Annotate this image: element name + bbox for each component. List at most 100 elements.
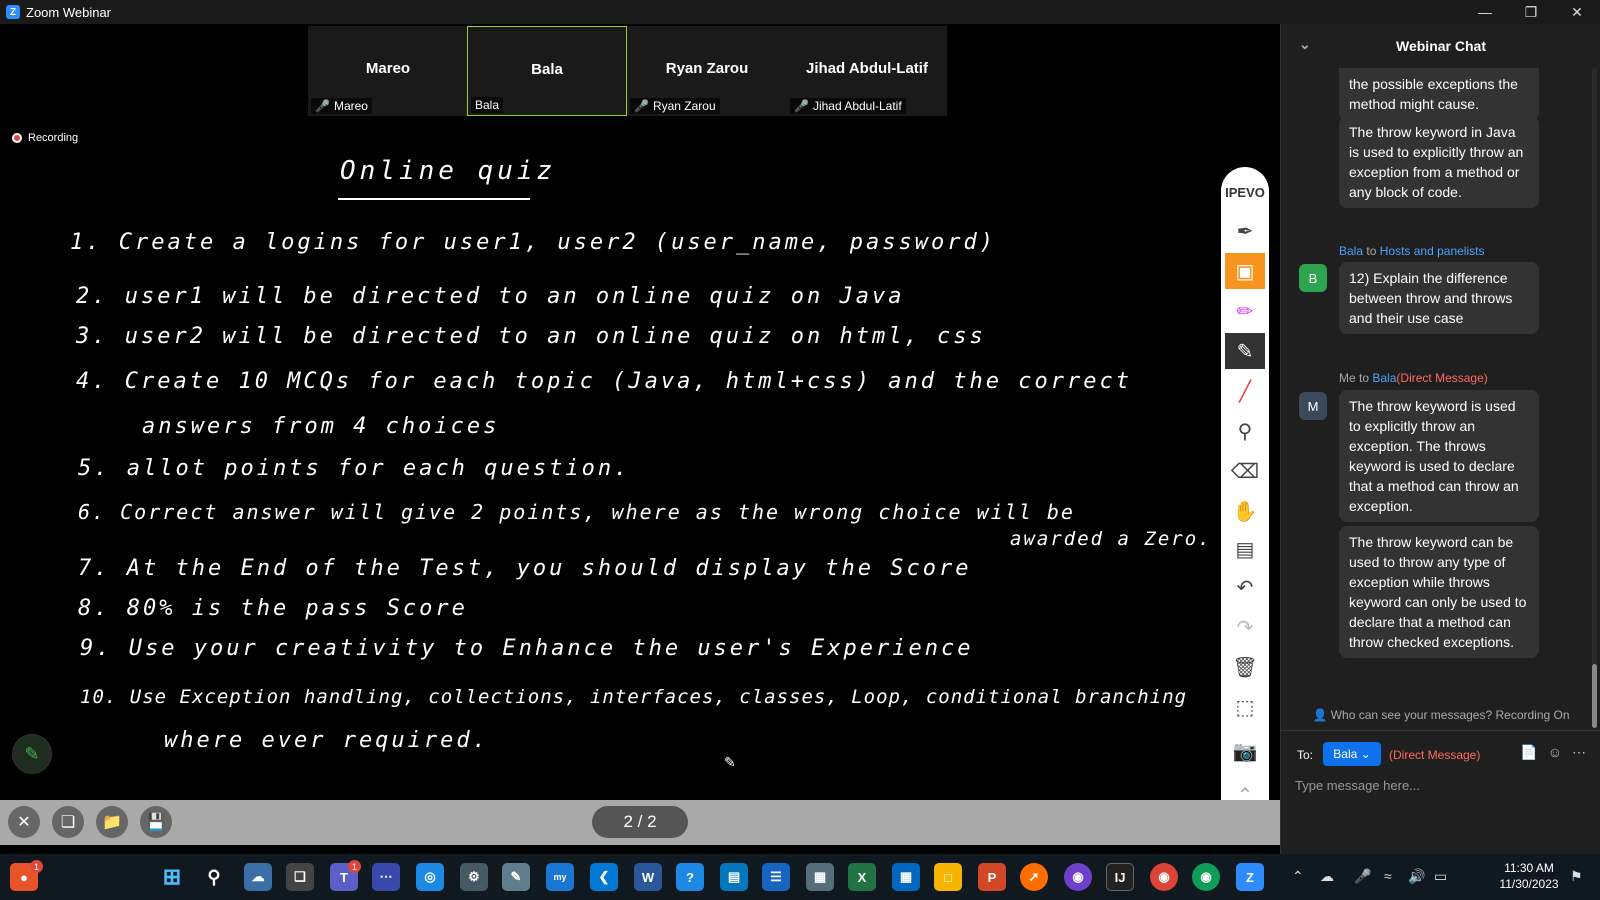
chevron-down-icon[interactable]: ⌄	[1299, 36, 1311, 53]
chevron-up-icon[interactable]: ⌃	[1292, 868, 1304, 885]
notepad-icon[interactable]: ☰	[762, 863, 790, 891]
minimize-icon[interactable]: —	[1462, 0, 1508, 24]
notification-bell-icon[interactable]: ⚑	[1570, 868, 1583, 885]
store-icon[interactable]: ▦	[892, 863, 920, 891]
record-icon	[12, 133, 22, 143]
excel-icon[interactable]: X	[848, 863, 876, 891]
board-title: Online quiz	[340, 156, 557, 186]
notification-badge: 1	[348, 860, 361, 873]
participant-nametag: Bala	[471, 97, 504, 113]
help-icon[interactable]: ?	[676, 863, 704, 891]
search-icon[interactable]: ⚲	[200, 863, 228, 891]
github-icon[interactable]: ◉	[1064, 863, 1092, 891]
notification-badge: 1	[30, 860, 43, 873]
chevron-down-icon: ⌄	[1360, 747, 1371, 761]
app-icon[interactable]: ➚	[1020, 863, 1048, 891]
app-icon[interactable]: ✎	[502, 863, 530, 891]
participant-nametag: 🎤 Jihad Abdul-Latif	[790, 98, 906, 114]
message-meta: Bala to Hosts and panelists	[1339, 244, 1485, 258]
redo-icon[interactable]: ↷	[1225, 609, 1265, 645]
annotate-icon[interactable]: ✒	[1225, 213, 1265, 249]
battery-icon[interactable]: ▭	[1434, 868, 1447, 885]
mysql-icon[interactable]: my	[546, 863, 574, 891]
folder-icon[interactable]: □	[934, 863, 962, 891]
title-underline	[338, 198, 530, 200]
settings-icon[interactable]: ⚙	[460, 863, 488, 891]
onedrive-icon[interactable]: ☁	[1320, 868, 1334, 885]
ipevo-toolbar: IPEVO ✒ ▣ ✏ ✎ ╱ ⚲ ⌫ ✋ ▤ ↶ ↷ 🗑 ⬚ 📷 ⌃	[1221, 167, 1269, 839]
participant-tile-bala[interactable]: Bala Bala	[467, 26, 627, 116]
window-title: Zoom Webinar	[26, 4, 112, 20]
intellij-icon[interactable]: IJ	[1106, 863, 1134, 891]
windows-taskbar: ● 1 ⊞ ⚲ ☁ ❏ T 1 ⋯ ◎ ⚙ ✎ my ❮ W ? ▤ ☰ ▦ X…	[0, 854, 1600, 900]
camera-icon[interactable]: 📷	[1225, 733, 1265, 769]
video-strip: Mareo 🎤 Mareo Bala Bala Ryan Zarou 🎤 Ryan …	[0, 24, 1280, 124]
new-page-icon[interactable]: ❏	[52, 806, 84, 838]
pen-toggle-button[interactable]: ✎	[12, 734, 52, 774]
eraser-icon[interactable]: ⌫	[1225, 453, 1265, 489]
open-folder-icon[interactable]: 📁	[96, 806, 128, 838]
widgets-icon[interactable]: ☁	[244, 863, 272, 891]
select-region-icon[interactable]: ⬚	[1225, 689, 1265, 725]
line-icon[interactable]: ╱	[1225, 373, 1265, 409]
participant-nametag: 🎤 Ryan Zarou	[630, 98, 720, 114]
participant-tile-ryan[interactable]: Ryan Zarou 🎤 Ryan Zarou	[627, 26, 787, 116]
trash-icon[interactable]: 🗑	[1225, 649, 1265, 685]
board-line: 8. 80% is the pass Score	[78, 596, 468, 621]
participant-name: Mareo	[365, 60, 411, 77]
whiteboard[interactable]: Recording Online quiz 1. Create a logins…	[0, 124, 1280, 800]
highlighter-icon[interactable]: ✏	[1225, 293, 1265, 329]
chat-actions: 📄 ☺ ⋯	[1520, 744, 1586, 761]
recipient-dropdown[interactable]: Bala ⌄	[1323, 742, 1381, 766]
avatar: M	[1299, 392, 1327, 420]
wifi-icon[interactable]: ≈	[1384, 868, 1392, 884]
participant-tile-jihad[interactable]: Jihad Abdul-Latif 🎤 Jihad Abdul-Latif	[787, 26, 947, 116]
file-icon[interactable]: 📄	[1520, 744, 1537, 761]
hand-icon[interactable]: ✋	[1225, 493, 1265, 529]
chat-message: the possible exceptions the method might…	[1339, 68, 1539, 120]
whiteboard-controls: ✕ ❏ 📁 💾 2 / 2	[0, 800, 1280, 845]
restore-icon[interactable]: ❐	[1508, 0, 1554, 24]
pen-icon[interactable]: ✎	[1225, 333, 1265, 369]
whiteboard-icon[interactable]: ▣	[1225, 253, 1265, 289]
webinar-chat-panel: ⌄ Webinar Chat the possible exceptions t…	[1280, 24, 1600, 854]
message-input[interactable]	[1295, 774, 1585, 796]
clock[interactable]: 11:30 AM 11/30/2023	[1490, 860, 1568, 892]
board-line: awarded a Zero.	[1010, 528, 1212, 550]
more-icon[interactable]: ⋯	[1572, 744, 1586, 761]
task-view-icon[interactable]: ❏	[286, 863, 314, 891]
powerpoint-icon[interactable]: P	[978, 863, 1006, 891]
undo-icon[interactable]: ↶	[1225, 569, 1265, 605]
who-can-see-link[interactable]: 👤 Who can see your messages? Recording O…	[1281, 708, 1600, 722]
participant-name: Bala	[531, 61, 563, 78]
app-icon[interactable]: ▤	[720, 863, 748, 891]
board-line: 6. Correct answer will give 2 points, wh…	[78, 500, 1075, 524]
close-icon[interactable]: ✕	[1554, 0, 1600, 24]
app-icon[interactable]: ◎	[416, 863, 444, 891]
word-icon[interactable]: W	[634, 863, 662, 891]
clear-icon[interactable]: ▤	[1225, 531, 1265, 567]
chat-message: The throw keyword is used to explicitly …	[1339, 390, 1539, 522]
chrome-profile-icon[interactable]: ◉	[1150, 863, 1178, 891]
vscode-icon[interactable]: ❮	[590, 863, 618, 891]
emoji-icon[interactable]: ☺	[1548, 744, 1562, 761]
app-icon[interactable]: ⋯	[372, 863, 400, 891]
page-indicator[interactable]: 2 / 2	[592, 806, 688, 838]
chrome-icon[interactable]: ◉	[1192, 863, 1220, 891]
zoom-logo-icon: Z	[6, 5, 20, 19]
chat-scrollbar[interactable]	[1592, 68, 1597, 728]
pen-cursor-icon: ✎	[724, 754, 736, 770]
start-icon[interactable]: ⊞	[158, 863, 186, 891]
mic-muted-icon: 🎤	[794, 99, 809, 113]
zoom-icon[interactable]: Z	[1236, 863, 1264, 891]
save-icon[interactable]: 💾	[140, 806, 172, 838]
board-line: 2. user1 will be directed to an online q…	[76, 284, 905, 309]
microphone-icon[interactable]: 🎤	[1354, 868, 1371, 885]
chat-message: The throw keyword can be used to throw a…	[1339, 526, 1539, 658]
calculator-icon[interactable]: ▦	[806, 863, 834, 891]
stamp-icon[interactable]: ⚲	[1225, 413, 1265, 449]
participant-tile-mareo[interactable]: Mareo 🎤 Mareo	[308, 26, 468, 116]
ipevo-logo: IPEVO	[1225, 185, 1265, 200]
volume-icon[interactable]: 🔊	[1408, 868, 1425, 885]
close-board-icon[interactable]: ✕	[8, 806, 40, 838]
